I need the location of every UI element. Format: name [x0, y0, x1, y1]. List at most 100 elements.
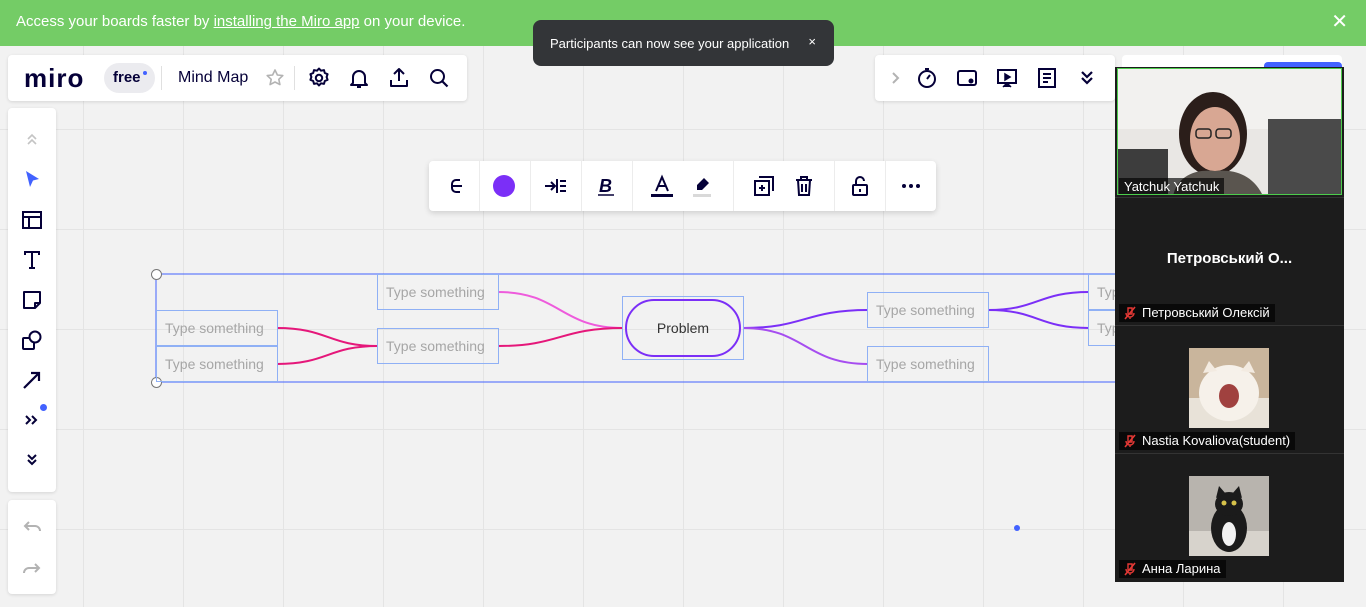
resize-handle-top-left[interactable] [151, 269, 162, 280]
banner-text-before: Access your boards faster by [16, 13, 214, 30]
participant-name-tag: Yatchuk Yatchuk [1119, 178, 1225, 194]
svg-text:B: B [599, 176, 612, 196]
cat-photo [1189, 348, 1269, 428]
participant-avatar-cat-white[interactable] [1189, 348, 1269, 428]
divider [581, 161, 582, 211]
connector-right-sub-upper [987, 291, 1090, 311]
plan-label: free [113, 69, 141, 86]
align-icon[interactable] [543, 174, 567, 198]
participant-avatar-cat-black[interactable] [1189, 476, 1269, 556]
divider [1115, 453, 1344, 454]
divider [885, 161, 886, 211]
install-app-link[interactable]: installing the Miro app [214, 13, 360, 30]
connector-left-sub-upper [276, 327, 379, 347]
card-icon[interactable] [955, 66, 979, 90]
connector-left-sub-lower [276, 345, 379, 365]
timer-icon[interactable] [915, 66, 939, 90]
text-color-icon[interactable] [650, 174, 674, 198]
mind-map-node[interactable]: Type something [867, 292, 989, 328]
connector-right-sub-lower [987, 309, 1090, 329]
cat-photo [1189, 476, 1269, 556]
mind-map-node[interactable]: Type something [377, 274, 499, 310]
mind-map-node[interactable]: Type something [377, 328, 499, 364]
muted-mic-icon [1124, 562, 1136, 576]
chevrons-down-icon[interactable] [1075, 66, 1099, 90]
more-tools-icon[interactable] [20, 408, 44, 432]
select-icon[interactable] [20, 168, 44, 192]
video-call-panel: Yatchuk Yatchuk Петровський О... Петровс… [1115, 67, 1344, 582]
root-node-label: Problem [625, 299, 741, 357]
redo-icon[interactable] [20, 556, 44, 580]
more-icon[interactable] [899, 174, 923, 198]
sticky-note-icon[interactable] [20, 288, 44, 312]
delete-icon[interactable] [792, 174, 816, 198]
participant-name-tag: Nastia Kovaliova(student) [1119, 432, 1296, 450]
plan-badge[interactable]: free [104, 63, 155, 93]
divider [1115, 325, 1344, 326]
board-title[interactable]: Mind Map [178, 69, 248, 87]
divider [530, 161, 531, 211]
frame-icon[interactable] [20, 208, 44, 232]
history-toolbar [8, 500, 56, 594]
mind-map-node[interactable]: Type something [156, 346, 278, 382]
banner-text-after: on your device. [359, 13, 466, 30]
present-icon[interactable] [995, 66, 1019, 90]
board-header: miro free Mind Map [8, 55, 467, 101]
notes-icon[interactable] [1035, 66, 1059, 90]
bell-icon[interactable] [347, 66, 371, 90]
divider [1115, 197, 1344, 198]
shapes-icon[interactable] [20, 328, 44, 352]
branch-icon[interactable] [442, 174, 466, 198]
canvas-dot [1014, 525, 1020, 531]
collaboration-toolbar [875, 55, 1115, 101]
chevron-right-icon[interactable] [883, 66, 907, 90]
sharing-toast: Participants can now see your applicatio… [533, 20, 834, 66]
share-icon[interactable] [387, 66, 411, 90]
arrow-icon[interactable] [20, 368, 44, 392]
color-icon[interactable] [492, 174, 516, 198]
duplicate-icon[interactable] [752, 174, 776, 198]
divider [632, 161, 633, 211]
expand-down-icon[interactable] [20, 447, 44, 471]
divider [733, 161, 734, 211]
participant-video-main[interactable]: Yatchuk Yatchuk [1117, 68, 1342, 195]
connector-left-upper [497, 291, 624, 329]
mind-map-root-node[interactable]: Problem [622, 296, 744, 360]
divider [479, 161, 480, 211]
participant-display-name: Петровський О... [1166, 250, 1293, 267]
toast-close-icon[interactable]: × [808, 34, 816, 49]
participant-name: Анна Ларина [1142, 561, 1221, 576]
bold-icon[interactable]: B [594, 174, 618, 198]
muted-mic-icon [1124, 306, 1136, 320]
mind-map-node-partial[interactable]: Typ [1088, 274, 1118, 310]
banner-message: Access your boards faster by installing … [16, 13, 465, 30]
notification-dot [40, 404, 47, 411]
mind-map-node[interactable]: Type something [156, 310, 278, 346]
undo-icon[interactable] [20, 514, 44, 538]
connector-left-lower [497, 327, 624, 347]
highlight-icon[interactable] [690, 174, 714, 198]
settings-icon[interactable] [307, 66, 331, 90]
mind-map-node-partial[interactable]: Typ [1088, 310, 1118, 346]
context-toolbar: B [429, 161, 936, 211]
divider [834, 161, 835, 211]
banner-close-icon[interactable]: ✕ [1331, 12, 1348, 32]
participant-name-tag: Анна Ларина [1119, 560, 1226, 578]
participant-name-tag: Петровський Олексій [1119, 304, 1275, 322]
participant-name: Nastia Kovaliova(student) [1142, 433, 1291, 448]
lock-icon[interactable] [848, 174, 872, 198]
text-icon[interactable] [20, 248, 44, 272]
creation-toolbar [8, 108, 56, 492]
search-icon[interactable] [427, 66, 451, 90]
star-icon[interactable] [263, 66, 287, 90]
collapse-up-icon[interactable] [20, 128, 44, 152]
muted-mic-icon [1124, 434, 1136, 448]
miro-logo[interactable]: miro [24, 63, 84, 94]
participant-name: Петровський Олексій [1142, 305, 1270, 320]
participant-video-image [1118, 69, 1341, 194]
connector-right-lower [742, 327, 869, 365]
toast-message: Participants can now see your applicatio… [550, 36, 790, 51]
divider [294, 66, 295, 90]
mind-map-node[interactable]: Type something [867, 346, 989, 382]
divider [161, 66, 162, 90]
